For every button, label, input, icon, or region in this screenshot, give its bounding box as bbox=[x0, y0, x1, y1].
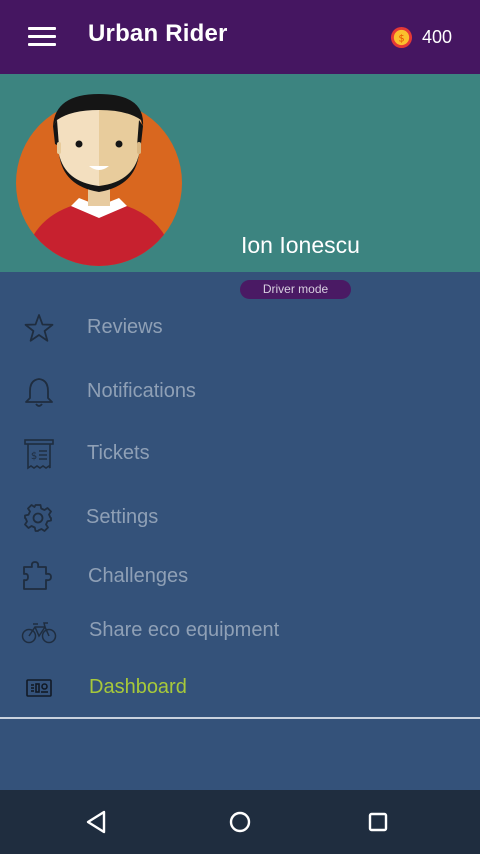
menu-item-label: Challenges bbox=[88, 565, 189, 587]
svg-text:$: $ bbox=[31, 451, 37, 462]
home-icon[interactable] bbox=[220, 802, 260, 842]
coin-icon: $ bbox=[390, 26, 413, 49]
bell-icon bbox=[25, 378, 53, 407]
bicycle-icon bbox=[21, 622, 57, 644]
menu-item-label: Reviews bbox=[87, 316, 163, 338]
avatar[interactable] bbox=[15, 94, 185, 269]
recents-icon[interactable] bbox=[358, 802, 398, 842]
app-title: Urban Rider bbox=[88, 20, 228, 47]
menu-item-label: Dashboard bbox=[89, 676, 187, 698]
menu-item-share-eco-equipment[interactable]: Share eco equipment bbox=[0, 603, 480, 659]
app-bar: Urban Rider $ 400 bbox=[0, 0, 480, 74]
menu-item-notifications[interactable]: Notifications bbox=[0, 364, 480, 420]
svg-text:$: $ bbox=[398, 33, 404, 44]
menu-item-reviews[interactable]: Reviews bbox=[0, 300, 480, 356]
receipt-icon: $ bbox=[24, 439, 54, 470]
menu-item-label: Share eco equipment bbox=[89, 619, 280, 641]
menu-item-label: Settings bbox=[86, 506, 159, 528]
dashboard-icon bbox=[26, 679, 52, 697]
menu-item-dashboard[interactable]: Dashboard bbox=[0, 660, 480, 716]
menu-item-label: Notifications bbox=[87, 380, 196, 402]
divider bbox=[0, 717, 480, 719]
hamburger-menu-icon[interactable] bbox=[22, 22, 62, 52]
gear-icon bbox=[24, 504, 52, 532]
driver-mode-badge[interactable]: Driver mode bbox=[240, 280, 351, 299]
menu-item-label: Tickets bbox=[87, 442, 150, 464]
back-icon[interactable] bbox=[76, 802, 116, 842]
system-nav-bar bbox=[0, 790, 480, 854]
menu-item-settings[interactable]: Settings bbox=[0, 490, 480, 546]
menu-item-challenges[interactable]: Challenges bbox=[0, 549, 480, 605]
user-name: Ion Ionescu bbox=[241, 232, 360, 258]
profile-header: Ion Ionescu Driver mode bbox=[0, 74, 480, 299]
star-icon bbox=[24, 314, 54, 342]
menu-item-tickets[interactable]: $ Tickets bbox=[0, 426, 480, 482]
coin-balance: 400 bbox=[422, 27, 453, 47]
puzzle-icon bbox=[23, 561, 52, 590]
